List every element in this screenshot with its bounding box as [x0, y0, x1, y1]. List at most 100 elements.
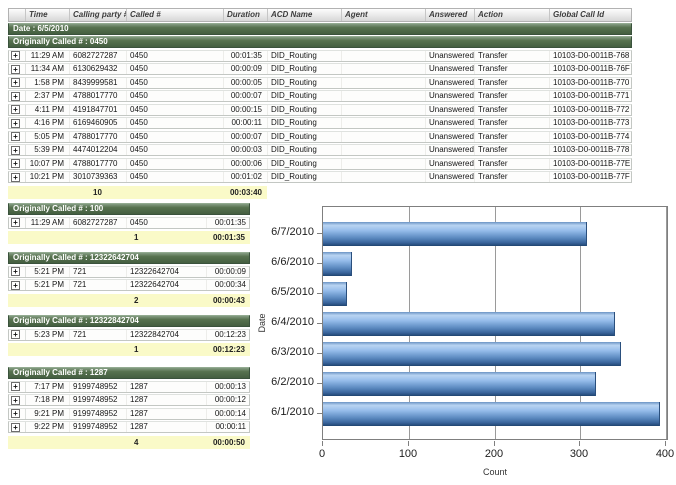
cell-action: Transfer: [475, 91, 550, 101]
cell-answered: Unanswered: [426, 64, 475, 74]
summary-total-duration: 00:01:35: [185, 231, 245, 244]
expand-row-button[interactable]: +: [11, 218, 20, 227]
cell-calling-party: 9199748952: [70, 422, 127, 432]
gridline: [666, 207, 667, 439]
column-header-time: Time: [26, 9, 70, 21]
expand-row-button[interactable]: +: [11, 78, 20, 87]
y-axis-label: 6/7/2010: [258, 226, 314, 239]
cell-action: Transfer: [475, 145, 550, 155]
cell-duration: 00:00:09: [207, 267, 251, 277]
cell-action: Transfer: [475, 51, 550, 61]
cell-calling-party: 6082727287: [70, 51, 127, 61]
cell-duration: 00:00:05: [224, 78, 268, 88]
y-axis-label: 6/2/2010: [258, 376, 314, 389]
group-header: Originally Called # : 1287: [8, 367, 250, 379]
expand-row-button[interactable]: +: [11, 65, 20, 74]
cell-acd-name: DID_Routing: [268, 64, 342, 74]
expand-row-button[interactable]: +: [11, 146, 20, 155]
expand-row-button[interactable]: +: [11, 92, 20, 101]
cell-agent: [342, 145, 426, 155]
cell-acd-name: DID_Routing: [268, 172, 342, 182]
expand-cell: +: [9, 422, 26, 432]
cell-global-call-id: 10103-D0-0011B-773: [550, 118, 631, 128]
cell-duration: 00:00:12: [207, 395, 251, 405]
y-tick-mark: [317, 353, 322, 354]
x-tick-mark: [665, 441, 666, 446]
cell-global-call-id: 10103-D0-0011B-770: [550, 78, 631, 88]
cell-acd-name: DID_Routing: [268, 91, 342, 101]
cell-time: 10:21 PM: [26, 172, 70, 182]
expand-row-button[interactable]: +: [11, 330, 20, 339]
cell-duration: 00:00:06: [224, 159, 268, 169]
y-axis-label: 6/6/2010: [258, 256, 314, 269]
cell-agent: [342, 91, 426, 101]
cell-global-call-id: 10103-D0-0011B-77E: [550, 159, 631, 169]
cell-answered: Unanswered: [426, 91, 475, 101]
column-header-global-call-id: Global Call Id: [550, 9, 631, 21]
chart-bar-6-7-2010: [323, 222, 587, 246]
cell-time: 2:37 PM: [26, 91, 70, 101]
cell-acd-name: DID_Routing: [268, 118, 342, 128]
cell-time: 9:22 PM: [26, 422, 70, 432]
cell-agent: [342, 105, 426, 115]
cell-called: 1287: [127, 382, 207, 392]
cell-global-call-id: 10103-D0-0011B-77F: [550, 172, 631, 182]
expand-row-button[interactable]: +: [11, 132, 20, 141]
table-row: +1:58 PM8439999581045000:00:05DID_Routin…: [8, 77, 632, 89]
x-axis-label: 100: [388, 448, 428, 460]
cell-time: 1:58 PM: [26, 78, 70, 88]
table-row: +11:29 AM6082727287045000:01:35: [8, 217, 250, 229]
cell-duration: 00:00:13: [207, 382, 251, 392]
cell-calling-party: 4788017770: [70, 159, 127, 169]
cell-acd-name: DID_Routing: [268, 105, 342, 115]
expand-cell: +: [9, 105, 26, 115]
expand-row-button[interactable]: +: [11, 267, 20, 276]
cell-called: 0450: [127, 132, 224, 142]
cell-calling-party: 721: [70, 280, 127, 290]
expand-cell: +: [9, 409, 26, 419]
table-row: +7:18 PM9199748952128700:00:12: [8, 394, 250, 406]
expand-row-button[interactable]: +: [11, 159, 20, 168]
group-summary-row: 100:12:23: [8, 343, 250, 356]
x-axis-label: 300: [559, 448, 599, 460]
cell-called: 0450: [127, 159, 224, 169]
cell-duration: 00:00:14: [207, 409, 251, 419]
expand-row-button[interactable]: +: [11, 409, 20, 418]
expand-row-button[interactable]: +: [11, 382, 20, 391]
expand-row-button[interactable]: +: [11, 173, 20, 182]
cell-called: 0450: [127, 91, 224, 101]
expand-row-button[interactable]: +: [11, 51, 20, 60]
expand-row-button[interactable]: +: [11, 119, 20, 128]
y-tick-mark: [317, 383, 322, 384]
chart-bar-6-1-2010: [323, 402, 660, 426]
group-header-0450: Originally Called # : 0450: [8, 36, 632, 48]
cell-duration: 00:00:03: [224, 145, 268, 155]
cell-called: 0450: [127, 105, 224, 115]
expand-row-button[interactable]: +: [11, 105, 20, 114]
y-tick-mark: [317, 413, 322, 414]
chart-bar-6-3-2010: [323, 342, 621, 366]
table-row: +11:29 AM6082727287045000:01:35DID_Routi…: [8, 50, 632, 62]
group-summary-row: 100:01:35: [8, 231, 250, 244]
column-header-row: TimeCalling party #Called #DurationACD N…: [8, 8, 632, 22]
y-tick-mark: [317, 293, 322, 294]
cell-action: Transfer: [475, 105, 550, 115]
cell-acd-name: DID_Routing: [268, 51, 342, 61]
cell-calling-party: 9199748952: [70, 409, 127, 419]
expand-row-button[interactable]: +: [11, 396, 20, 405]
column-header-action: Action: [475, 9, 550, 21]
cell-called: 0450: [127, 218, 207, 228]
column-header-acd-name: ACD Name: [268, 9, 342, 21]
expand-cell: +: [9, 159, 26, 169]
cell-answered: Unanswered: [426, 78, 475, 88]
expand-row-button[interactable]: +: [11, 281, 20, 290]
column-header-agent: Agent: [342, 9, 426, 21]
call-group-table: Originally Called # : 100+11:29 AM608272…: [8, 203, 250, 244]
y-axis-label: 6/5/2010: [258, 286, 314, 299]
cell-duration: 00:12:23: [207, 330, 251, 340]
cell-duration: 00:00:11: [224, 118, 268, 128]
column-header-calling-party: Calling party #: [70, 9, 127, 21]
cell-called: 0450: [127, 51, 224, 61]
expand-row-button[interactable]: +: [11, 423, 20, 432]
cell-time: 7:18 PM: [26, 395, 70, 405]
